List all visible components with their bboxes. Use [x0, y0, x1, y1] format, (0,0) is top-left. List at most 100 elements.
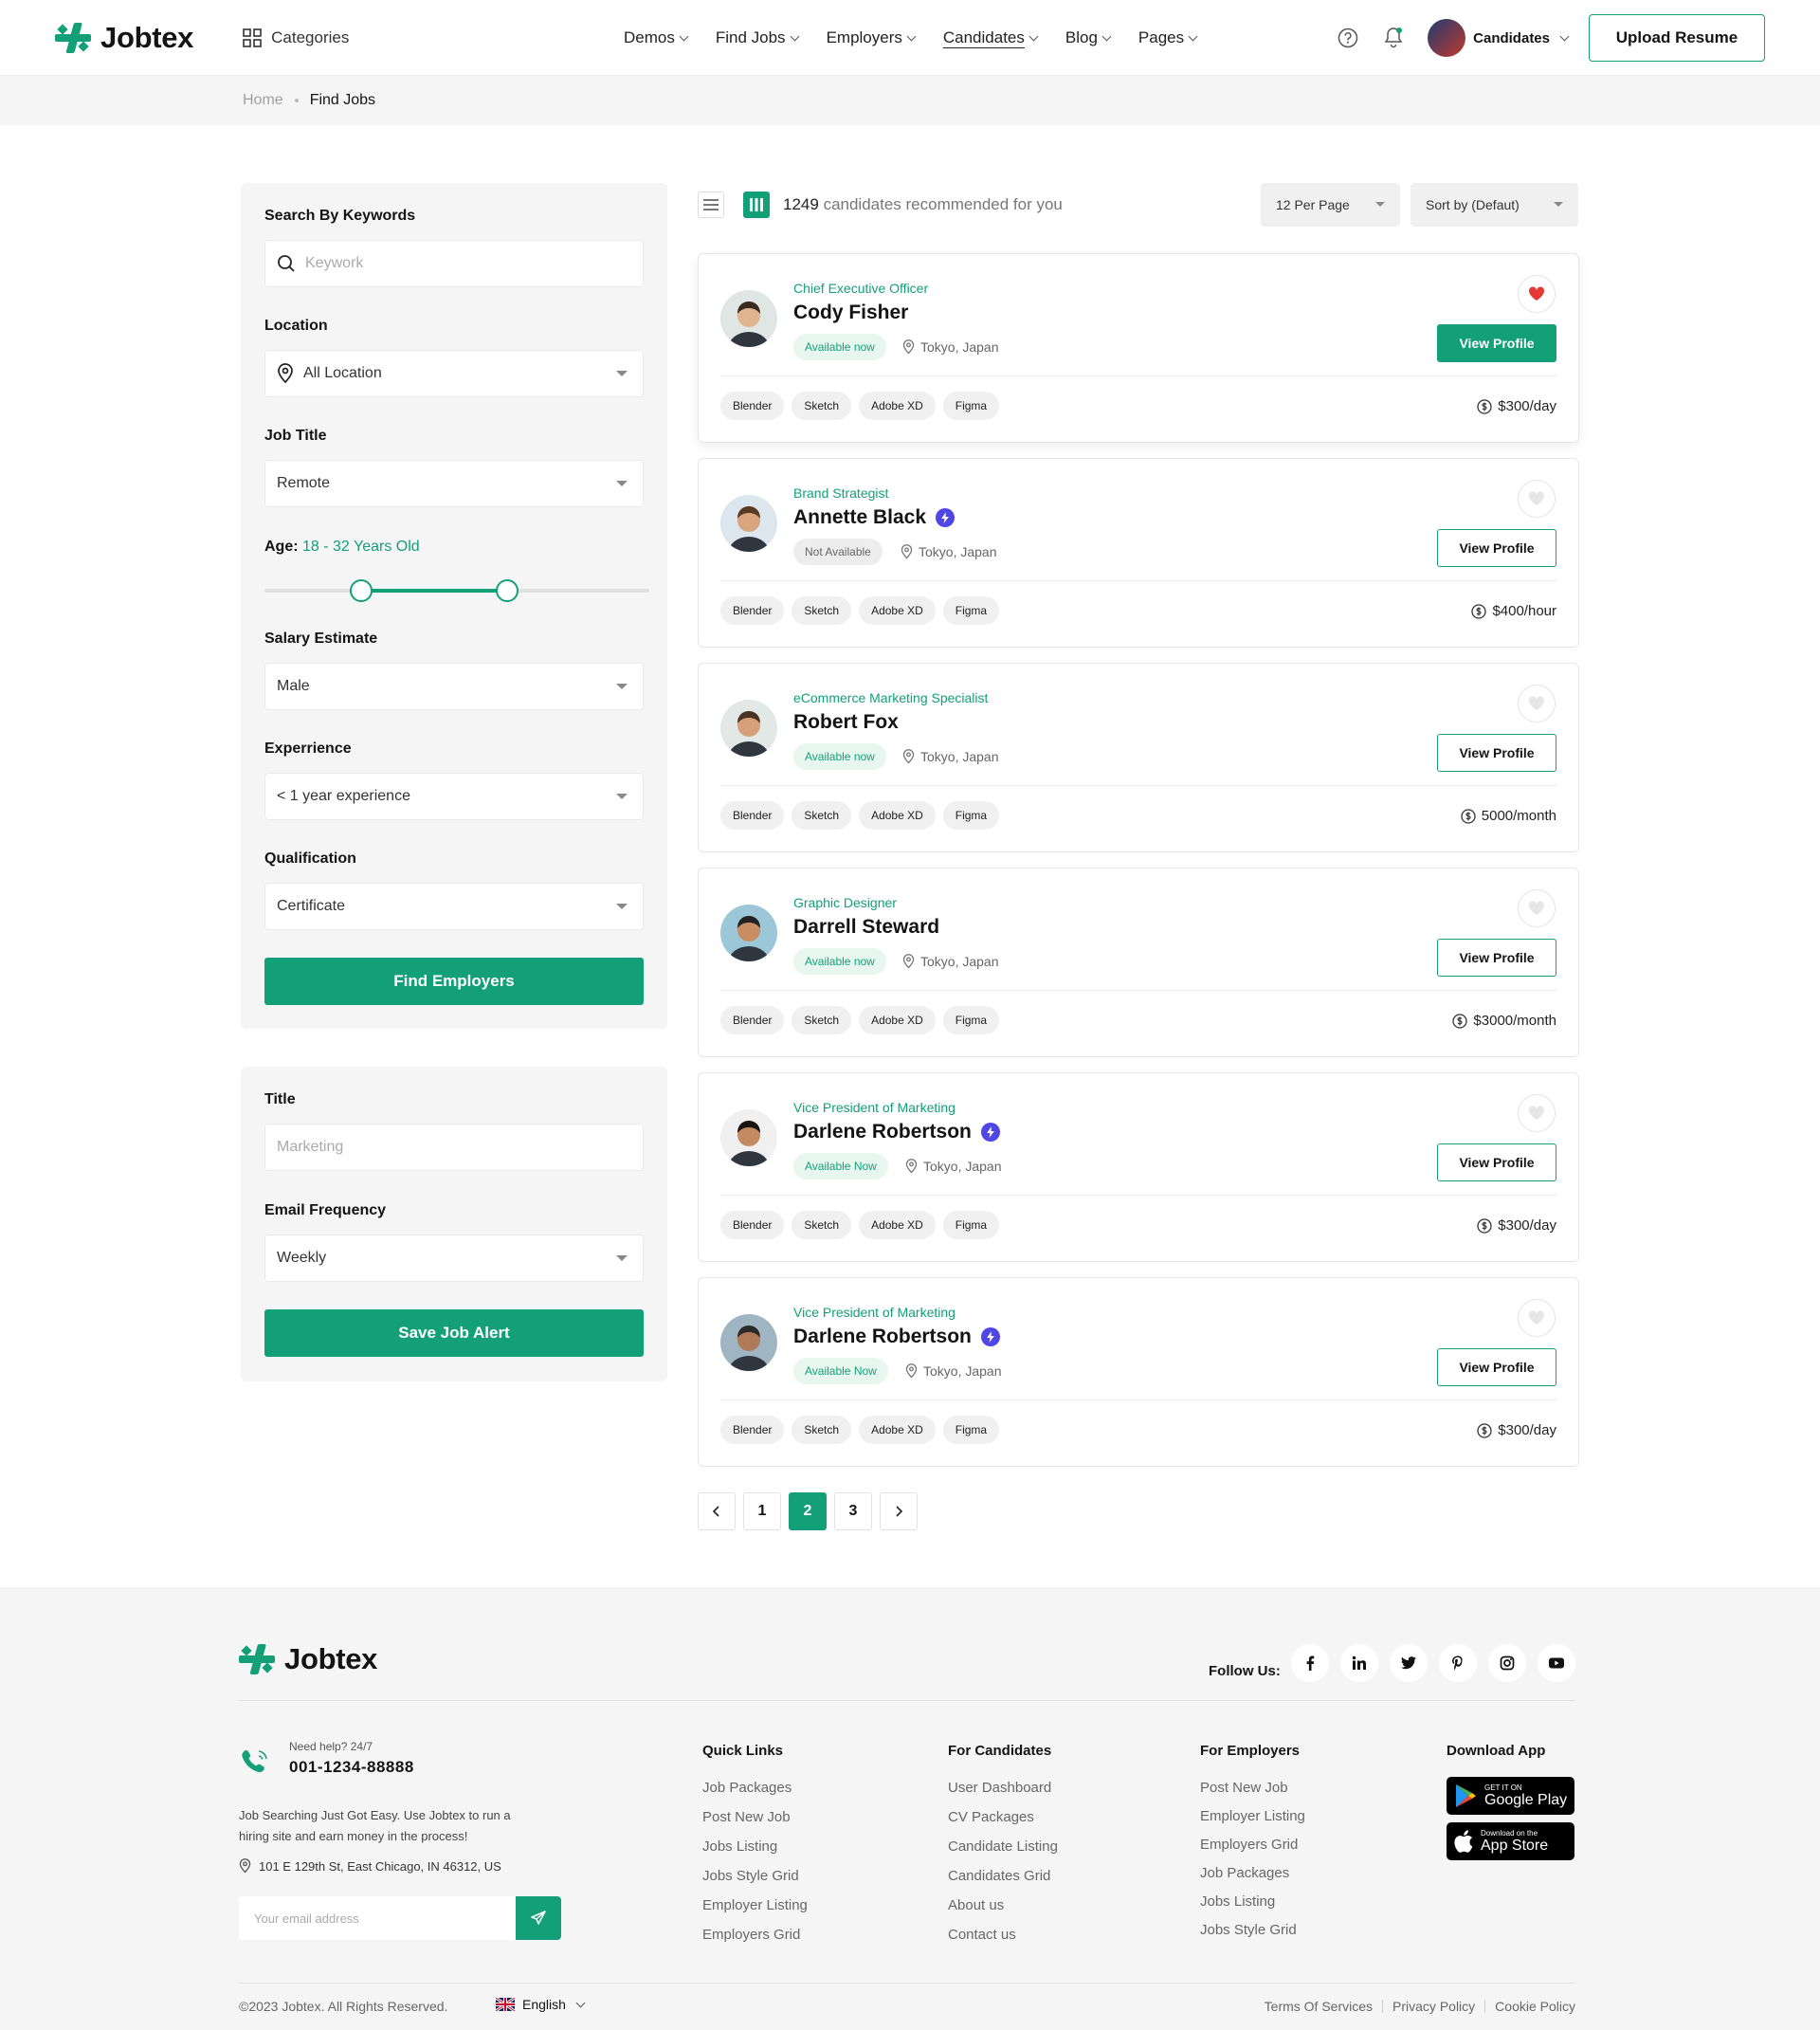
page-button-1[interactable]: 1: [743, 1492, 781, 1530]
experience-select[interactable]: < 1 year experience: [264, 773, 644, 820]
list-view-button[interactable]: [698, 192, 724, 218]
footer-link[interactable]: Jobs Style Grid: [702, 1868, 799, 1884]
nav-employers[interactable]: Employers: [827, 28, 917, 47]
footer-logo[interactable]: Jobtex: [239, 1642, 377, 1676]
view-profile-button[interactable]: View Profile: [1437, 529, 1556, 567]
favorite-button[interactable]: [1518, 685, 1556, 722]
google-play-button[interactable]: GET IT ON Google Play: [1447, 1777, 1574, 1815]
privacy-link[interactable]: Privacy Policy: [1392, 1999, 1475, 2014]
candidate-card[interactable]: Graphic Designer Darrell Steward Availab…: [698, 868, 1579, 1057]
job-title-select[interactable]: Remote: [264, 460, 644, 507]
footer-link[interactable]: About us: [948, 1897, 1004, 1913]
terms-link[interactable]: Terms Of Services: [1265, 1999, 1373, 2014]
skill-tag[interactable]: Sketch: [792, 392, 852, 420]
footer-link[interactable]: Jobs Listing: [1200, 1893, 1275, 1910]
instagram-link[interactable]: [1488, 1644, 1526, 1682]
skill-tag[interactable]: Figma: [942, 1211, 1000, 1239]
view-profile-button[interactable]: View Profile: [1437, 1348, 1556, 1386]
footer-link[interactable]: Post New Job: [1200, 1780, 1288, 1796]
cookie-link[interactable]: Cookie Policy: [1495, 1999, 1575, 2014]
age-range-slider[interactable]: [264, 579, 649, 602]
skill-tag[interactable]: Figma: [942, 1416, 1000, 1444]
find-employers-button[interactable]: Find Employers: [264, 958, 644, 1005]
save-job-alert-button[interactable]: Save Job Alert: [264, 1309, 644, 1357]
footer-link[interactable]: Job Packages: [1200, 1865, 1289, 1881]
upload-resume-button[interactable]: Upload Resume: [1589, 14, 1765, 62]
candidate-avatar[interactable]: [720, 495, 777, 552]
avatar[interactable]: [1428, 19, 1466, 57]
footer-link[interactable]: User Dashboard: [948, 1780, 1051, 1796]
notifications-button[interactable]: [1382, 27, 1405, 49]
footer-link[interactable]: Post New Job: [702, 1809, 791, 1825]
skill-tag[interactable]: Sketch: [792, 1006, 852, 1034]
per-page-select[interactable]: 12 Per Page: [1261, 183, 1400, 227]
chevron-down-icon[interactable]: [1559, 31, 1570, 41]
footer-link[interactable]: Employers Grid: [1200, 1837, 1298, 1853]
skill-tag[interactable]: Adobe XD: [859, 596, 936, 625]
user-menu-label[interactable]: Candidates: [1473, 30, 1550, 46]
nav-candidates[interactable]: Candidates: [943, 28, 1039, 47]
page-button-2[interactable]: 2: [789, 1492, 827, 1530]
footer-link[interactable]: Candidate Listing: [948, 1838, 1058, 1855]
skill-tag[interactable]: Sketch: [792, 596, 852, 625]
skill-tag[interactable]: Figma: [942, 392, 1000, 420]
favorite-button[interactable]: [1518, 889, 1556, 927]
nav-find-jobs[interactable]: Find Jobs: [716, 28, 800, 47]
candidate-card[interactable]: eCommerce Marketing Specialist Robert Fo…: [698, 663, 1579, 852]
page-button-3[interactable]: 3: [834, 1492, 872, 1530]
breadcrumb-home[interactable]: Home: [243, 92, 283, 109]
newsletter-submit-button[interactable]: [516, 1896, 561, 1940]
app-store-button[interactable]: Download on the App Store: [1447, 1822, 1574, 1860]
grid-view-button[interactable]: [743, 192, 770, 218]
candidate-avatar[interactable]: [720, 290, 777, 347]
skill-tag[interactable]: Sketch: [792, 1211, 852, 1239]
slider-max-handle[interactable]: [495, 579, 519, 602]
candidate-name[interactable]: Darrell Steward: [793, 916, 939, 939]
skill-tag[interactable]: Adobe XD: [859, 1006, 936, 1034]
youtube-link[interactable]: [1538, 1644, 1575, 1682]
skill-tag[interactable]: Figma: [942, 801, 1000, 830]
footer-link[interactable]: Jobs Listing: [702, 1838, 777, 1855]
linkedin-link[interactable]: [1340, 1644, 1378, 1682]
candidate-name[interactable]: Annette Black: [793, 506, 926, 529]
logo[interactable]: Jobtex: [55, 21, 193, 55]
skill-tag[interactable]: Sketch: [792, 801, 852, 830]
candidate-avatar[interactable]: [720, 1314, 777, 1371]
favorite-button[interactable]: [1518, 1299, 1556, 1337]
skill-tag[interactable]: Blender: [720, 801, 785, 830]
facebook-link[interactable]: [1291, 1644, 1329, 1682]
categories-menu[interactable]: Categories: [243, 28, 349, 47]
email-frequency-select[interactable]: Weekly: [264, 1234, 644, 1282]
location-select[interactable]: All Location: [264, 350, 644, 397]
candidate-card[interactable]: Vice President of Marketing Darlene Robe…: [698, 1277, 1579, 1467]
candidate-avatar[interactable]: [720, 905, 777, 961]
skill-tag[interactable]: Figma: [942, 596, 1000, 625]
salary-select[interactable]: Male: [264, 663, 644, 710]
candidate-name[interactable]: Robert Fox: [793, 711, 899, 734]
candidate-avatar[interactable]: [720, 700, 777, 757]
keyword-input[interactable]: Keywork: [264, 240, 644, 287]
skill-tag[interactable]: Adobe XD: [859, 392, 936, 420]
footer-link[interactable]: CV Packages: [948, 1809, 1034, 1825]
footer-link[interactable]: Contact us: [948, 1927, 1016, 1943]
favorite-button[interactable]: [1518, 480, 1556, 518]
skill-tag[interactable]: Adobe XD: [859, 801, 936, 830]
candidate-name[interactable]: Darlene Robertson: [793, 1326, 972, 1348]
skill-tag[interactable]: Adobe XD: [859, 1211, 936, 1239]
slider-min-handle[interactable]: [349, 579, 373, 602]
candidate-card[interactable]: Brand Strategist Annette Black Not Avail…: [698, 458, 1579, 648]
skill-tag[interactable]: Sketch: [792, 1416, 852, 1444]
view-profile-button[interactable]: View Profile: [1437, 939, 1556, 977]
alert-title-input[interactable]: Marketing: [264, 1124, 644, 1171]
footer-link[interactable]: Job Packages: [702, 1780, 792, 1796]
skill-tag[interactable]: Blender: [720, 596, 785, 625]
skill-tag[interactable]: Adobe XD: [859, 1416, 936, 1444]
skill-tag[interactable]: Blender: [720, 392, 785, 420]
skill-tag[interactable]: Figma: [942, 1006, 1000, 1034]
footer-link[interactable]: Candidates Grid: [948, 1868, 1050, 1884]
prev-page-button[interactable]: [698, 1492, 736, 1530]
newsletter-email-input[interactable]: Your email address: [239, 1896, 561, 1940]
candidate-name[interactable]: Cody Fisher: [793, 302, 908, 324]
skill-tag[interactable]: Blender: [720, 1006, 785, 1034]
favorite-button[interactable]: [1518, 275, 1556, 313]
